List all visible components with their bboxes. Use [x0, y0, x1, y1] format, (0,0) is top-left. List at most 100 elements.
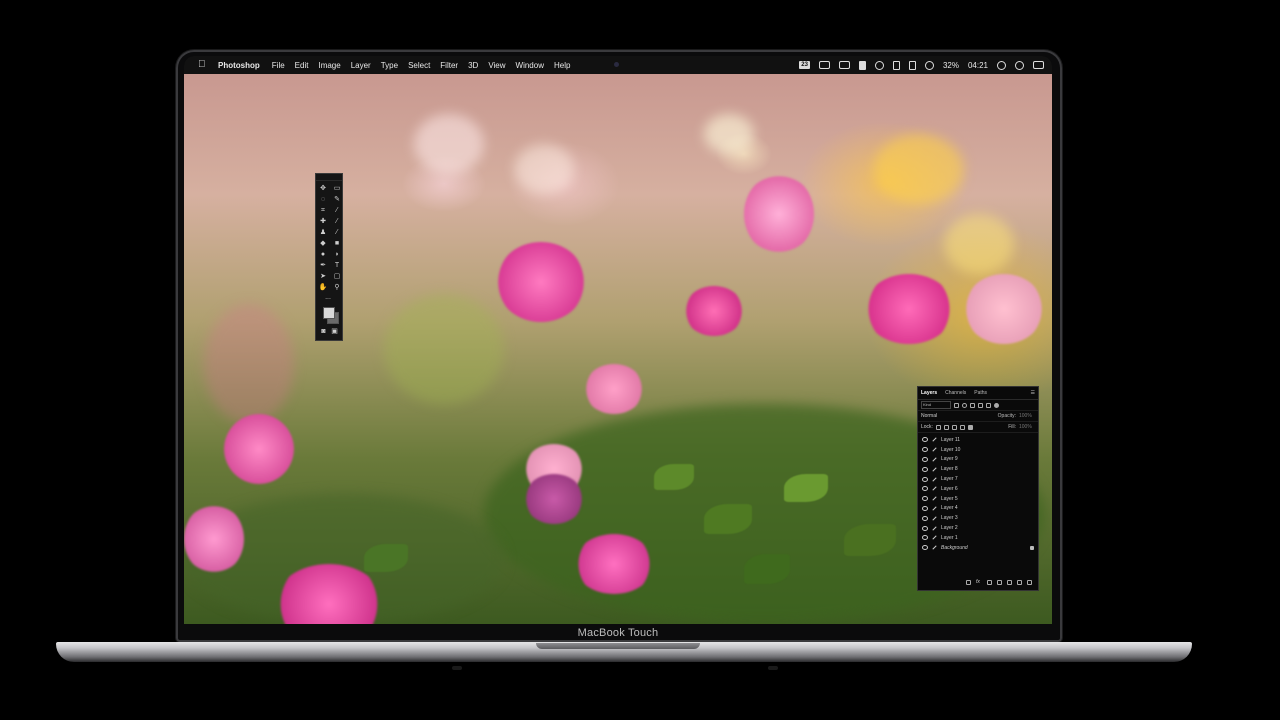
clone-stamp-icon[interactable]: ♟: [317, 228, 329, 238]
lock-artboard-icon[interactable]: [959, 424, 965, 430]
menu-view[interactable]: View: [488, 61, 505, 70]
layer-row[interactable]: Layer 3: [918, 513, 1038, 523]
layer-row[interactable]: Layer 2: [918, 523, 1038, 533]
visibility-eye-icon[interactable]: [922, 496, 928, 502]
apple-menu-icon[interactable]: : [198, 59, 208, 71]
pen-tool-icon[interactable]: ✒: [317, 261, 329, 271]
lasso-tool-icon[interactable]: ◌: [317, 195, 329, 205]
layer-row[interactable]: Layer 9: [918, 455, 1038, 465]
menu-3d[interactable]: 3D: [468, 61, 478, 70]
tab-layers[interactable]: Layers: [921, 390, 937, 396]
dodge-tool-icon[interactable]: ◗: [331, 250, 343, 260]
gradient-tool-icon[interactable]: ■: [331, 239, 343, 249]
filter-type-icon[interactable]: [970, 402, 975, 408]
fill-input[interactable]: 100%: [1019, 424, 1035, 430]
eraser-tool-icon[interactable]: ◆: [317, 239, 329, 249]
tab-channels[interactable]: Channels: [945, 390, 966, 396]
layer-row[interactable]: Layer 10: [918, 445, 1038, 455]
battery-percent[interactable]: 32%: [943, 61, 959, 70]
quick-mask-icon[interactable]: ◙: [319, 327, 329, 337]
visibility-eye-icon[interactable]: [922, 456, 928, 462]
menu-type[interactable]: Type: [381, 61, 398, 70]
lock-all-icon[interactable]: [967, 424, 973, 430]
menu-window[interactable]: Window: [516, 61, 544, 70]
lock-transparent-icon[interactable]: [935, 424, 941, 430]
background-layer-row[interactable]: Background: [918, 543, 1038, 553]
visibility-eye-icon[interactable]: [922, 437, 928, 443]
layer-row[interactable]: Layer 7: [918, 474, 1038, 484]
tools-panel-grip[interactable]: [316, 174, 342, 181]
visibility-eye-icon[interactable]: [922, 466, 928, 472]
menu-help[interactable]: Help: [554, 61, 570, 70]
menu-select[interactable]: Select: [408, 61, 430, 70]
filter-smart-object-icon[interactable]: [986, 402, 991, 408]
layer-row[interactable]: Layer 6: [918, 484, 1038, 494]
filter-shape-icon[interactable]: [978, 402, 983, 408]
layer-row[interactable]: Layer 11: [918, 435, 1038, 445]
visibility-eye-icon[interactable]: [922, 486, 928, 492]
app-badge-icon[interactable]: [858, 60, 866, 70]
crop-tool-icon[interactable]: ⌗: [317, 206, 329, 216]
filter-pixel-icon[interactable]: [954, 402, 959, 408]
blur-tool-icon[interactable]: ●: [317, 250, 329, 260]
user-icon[interactable]: [997, 60, 1006, 70]
panel-menu-icon[interactable]: ☰: [1031, 390, 1035, 396]
wifi-icon[interactable]: [924, 60, 934, 70]
type-tool-icon[interactable]: T: [331, 261, 343, 271]
menu-layer[interactable]: Layer: [351, 61, 371, 70]
notification-center-icon[interactable]: [1033, 61, 1044, 69]
visibility-eye-icon[interactable]: [922, 515, 928, 521]
calendar-badge-icon[interactable]: 23: [799, 61, 810, 69]
healing-brush-icon[interactable]: ✚: [317, 217, 329, 227]
lock-pixels-icon[interactable]: [943, 424, 949, 430]
menu-file[interactable]: File: [272, 61, 285, 70]
brush-tool-icon[interactable]: ⁄: [331, 217, 343, 227]
menu-app-name[interactable]: Photoshop: [218, 61, 260, 70]
layer-filter-kind-select[interactable]: Kind: [921, 401, 951, 409]
eyedropper-tool-icon[interactable]: ⁄: [331, 206, 343, 216]
record-icon[interactable]: [874, 60, 884, 70]
shape-tool-icon[interactable]: ▢: [331, 272, 343, 282]
path-select-icon[interactable]: ➤: [317, 272, 329, 282]
layer-row[interactable]: Layer 4: [918, 504, 1038, 514]
marquee-tool-icon[interactable]: ▭: [331, 184, 343, 194]
new-layer-icon[interactable]: [1017, 580, 1022, 585]
link-layers-icon[interactable]: [966, 580, 971, 585]
move-tool-icon[interactable]: ✥: [317, 184, 329, 194]
menu-image[interactable]: Image: [318, 61, 340, 70]
visibility-eye-icon[interactable]: [922, 447, 928, 453]
quick-select-tool-icon[interactable]: ✎: [331, 195, 343, 205]
volume-icon[interactable]: [892, 60, 900, 70]
screen-mode-icon[interactable]: ▣: [330, 327, 340, 337]
blend-mode-select[interactable]: Normal: [921, 413, 937, 419]
spotlight-search-icon[interactable]: [1015, 60, 1024, 70]
visibility-eye-icon[interactable]: [922, 525, 928, 531]
more-tools-icon[interactable]: ...: [316, 293, 340, 303]
visibility-eye-icon[interactable]: [922, 505, 928, 511]
lock-position-icon[interactable]: [951, 424, 957, 430]
hand-tool-icon[interactable]: ✋: [317, 283, 329, 293]
visibility-eye-icon[interactable]: [922, 545, 928, 551]
history-brush-icon[interactable]: ⁄: [331, 228, 343, 238]
bluetooth-icon[interactable]: [908, 60, 916, 70]
display-icon[interactable]: [838, 61, 850, 69]
visibility-eye-icon[interactable]: [922, 535, 928, 541]
add-mask-icon[interactable]: [987, 580, 992, 585]
dropbox-icon[interactable]: [818, 61, 830, 69]
layer-row[interactable]: Layer 1: [918, 533, 1038, 543]
foreground-color-swatch[interactable]: [323, 307, 335, 319]
adjustment-layer-icon[interactable]: [997, 580, 1002, 585]
delete-layer-icon[interactable]: [1027, 580, 1032, 585]
layer-row[interactable]: Layer 8: [918, 464, 1038, 474]
filter-adjustment-icon[interactable]: [962, 402, 967, 408]
menu-filter[interactable]: Filter: [440, 61, 458, 70]
new-group-icon[interactable]: [1007, 580, 1012, 585]
menu-edit[interactable]: Edit: [295, 61, 309, 70]
tab-paths[interactable]: Paths: [974, 390, 987, 396]
opacity-input[interactable]: 100%: [1019, 413, 1035, 419]
filter-toggle-icon[interactable]: [994, 402, 999, 408]
layer-style-fx-icon[interactable]: fx: [976, 580, 982, 585]
layer-row[interactable]: Layer 5: [918, 494, 1038, 504]
visibility-eye-icon[interactable]: [922, 476, 928, 482]
clock-time[interactable]: 04:21: [968, 61, 988, 70]
